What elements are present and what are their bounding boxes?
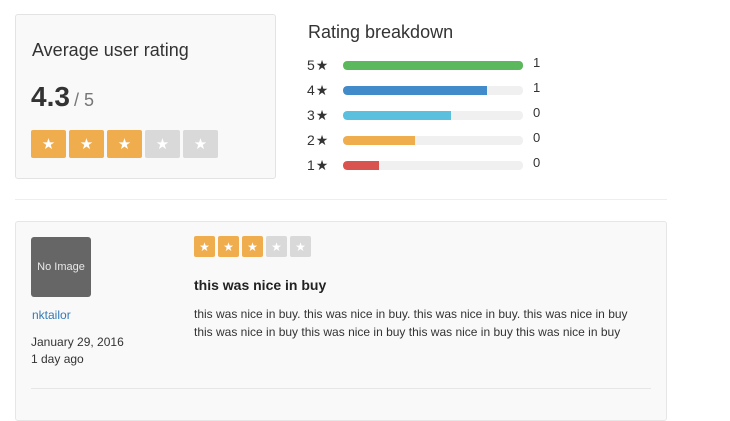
breakdown-label: 5★ <box>307 57 328 74</box>
star-icon: ★ <box>31 130 66 158</box>
breakdown-bar-track <box>343 111 523 120</box>
breakdown-bar-fill <box>343 61 523 70</box>
average-score-value: 4.3 <box>31 81 70 112</box>
average-stars: ★ ★ ★ ★ ★ <box>31 130 218 158</box>
review-divider <box>31 388 651 389</box>
section-divider <box>15 199 667 200</box>
avatar: No Image <box>31 237 91 297</box>
reviewer-link[interactable]: nktailor <box>32 308 71 322</box>
star-icon: ★ <box>266 236 287 257</box>
breakdown-bar-track <box>343 61 523 70</box>
breakdown-row: 3★ 0 <box>307 105 547 125</box>
review-title: this was nice in buy <box>194 277 327 293</box>
breakdown-label: 2★ <box>307 132 328 149</box>
review-date: January 29, 2016 <box>31 335 124 349</box>
breakdown-label-number: 2 <box>307 132 315 148</box>
average-rating-title: Average user rating <box>32 40 189 60</box>
star-icon: ★ <box>107 130 142 158</box>
breakdown-bar-fill <box>343 161 379 170</box>
breakdown-bar-track <box>343 86 523 95</box>
breakdown-bar-track <box>343 161 523 170</box>
star-icon: ★ <box>242 236 263 257</box>
breakdown-label: 1★ <box>307 157 328 174</box>
breakdown-bar-fill <box>343 111 451 120</box>
average-rating-panel: Average user rating 4.3/ 5 ★ ★ ★ ★ ★ <box>15 14 276 179</box>
review-stars: ★ ★ ★ ★ ★ <box>194 236 311 257</box>
breakdown-label-number: 5 <box>307 57 315 73</box>
average-score: 4.3/ 5 <box>31 81 94 113</box>
breakdown-count: 0 <box>533 130 541 145</box>
star-icon: ★ <box>69 130 104 158</box>
star-icon: ★ <box>315 57 329 73</box>
breakdown-label: 4★ <box>307 82 328 99</box>
star-icon: ★ <box>183 130 218 158</box>
breakdown-bar-track <box>343 136 523 145</box>
breakdown-label-number: 3 <box>307 107 315 123</box>
breakdown-row: 2★ 0 <box>307 130 547 150</box>
star-icon: ★ <box>315 107 329 123</box>
star-icon: ★ <box>315 157 329 173</box>
review-card: No Image nktailor January 29, 2016 1 day… <box>15 221 667 421</box>
breakdown-bar-fill <box>343 86 487 95</box>
breakdown-label: 3★ <box>307 107 328 124</box>
star-icon: ★ <box>145 130 180 158</box>
star-icon: ★ <box>218 236 239 257</box>
breakdown-row: 1★ 0 <box>307 155 547 175</box>
breakdown-row: 5★ 1 <box>307 55 547 75</box>
breakdown-label-number: 4 <box>307 82 315 98</box>
breakdown-bar-fill <box>343 136 415 145</box>
breakdown-count: 0 <box>533 155 541 170</box>
star-icon: ★ <box>315 82 329 98</box>
breakdown-count: 1 <box>533 55 541 70</box>
average-score-max: / 5 <box>73 90 94 110</box>
breakdown-row: 4★ 1 <box>307 80 547 100</box>
star-icon: ★ <box>194 236 215 257</box>
breakdown-count: 0 <box>533 105 541 120</box>
breakdown-title: Rating breakdown <box>308 22 454 42</box>
star-icon: ★ <box>290 236 311 257</box>
star-icon: ★ <box>315 132 329 148</box>
review-body: this was nice in buy. this was nice in b… <box>194 307 628 339</box>
breakdown-count: 1 <box>533 80 541 95</box>
breakdown-label-number: 1 <box>307 157 315 173</box>
review-age: 1 day ago <box>31 352 84 366</box>
